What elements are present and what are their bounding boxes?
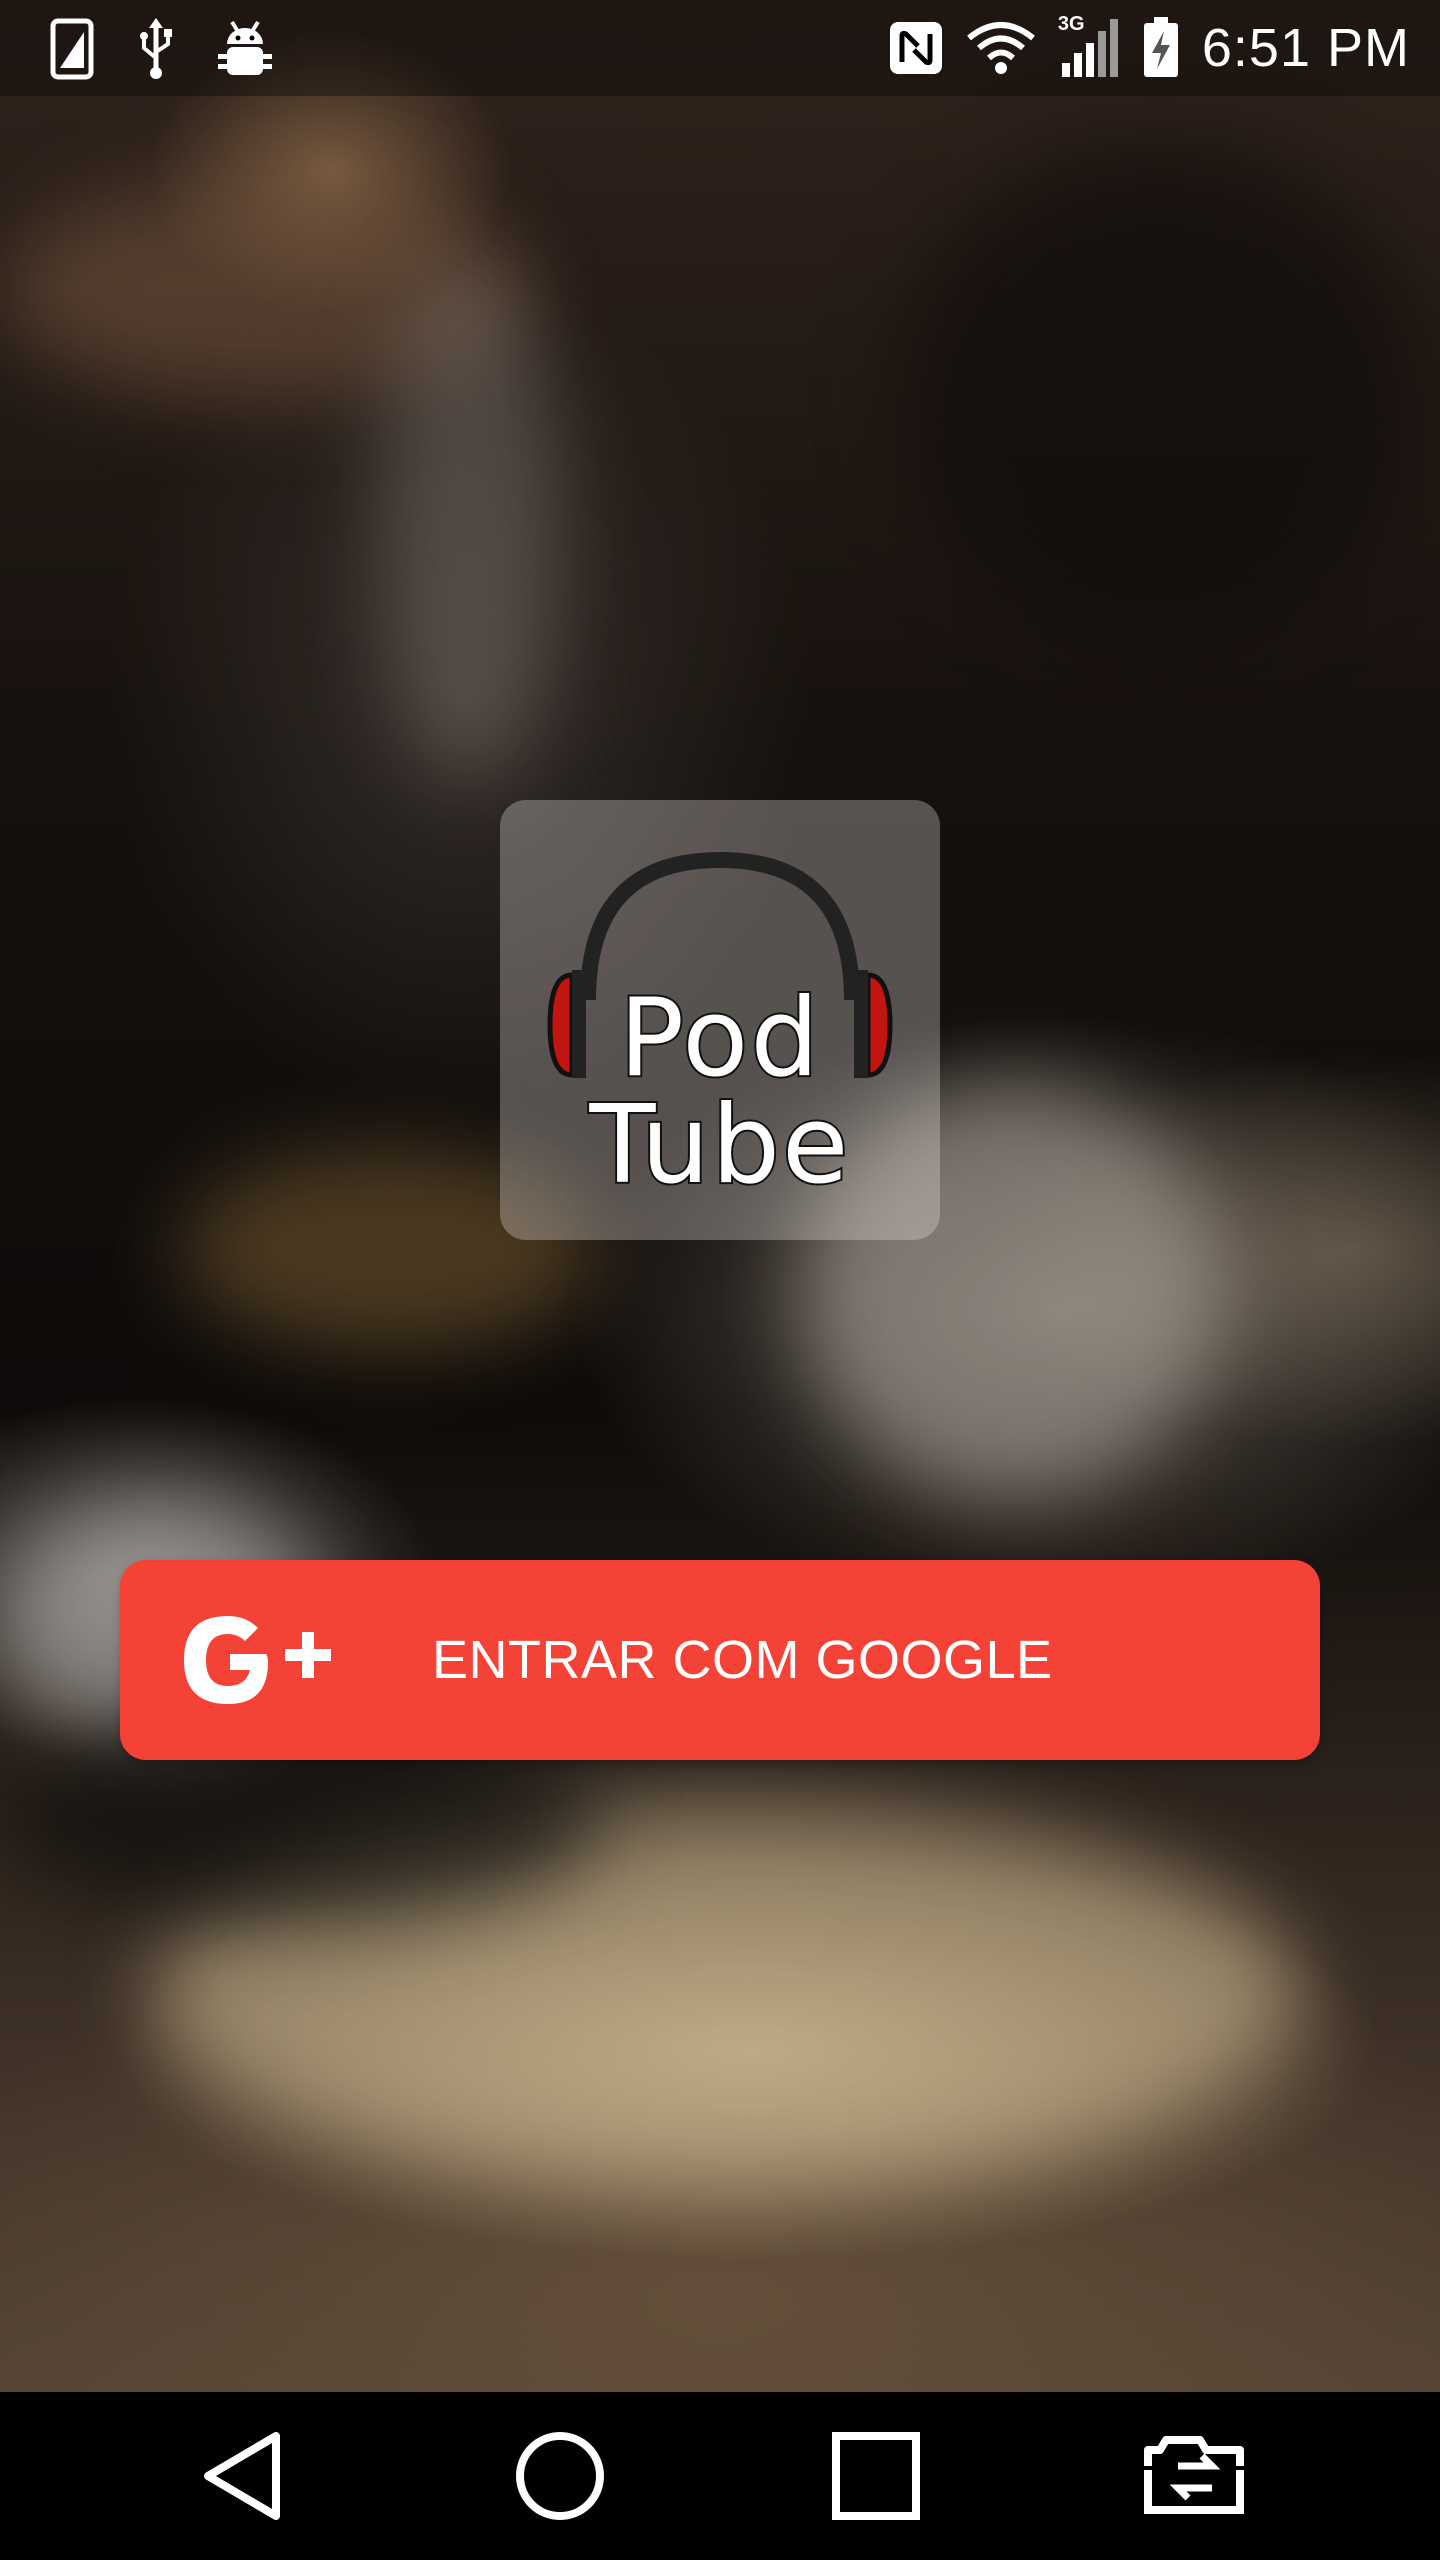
back-icon [204,2432,280,2520]
signal-icon: 3G [1058,13,1120,79]
nfc-icon [888,20,944,76]
background-scrim [0,0,1440,2560]
battery-charging-icon [1142,17,1180,79]
screenshot-icon [50,18,94,80]
recents-button[interactable] [826,2426,926,2526]
status-right-icons: 3G 6:51 PM [888,10,1410,86]
google-sign-in-label: ENTRAR COM GOOGLE [432,1630,1053,1690]
status-left-icons [50,18,272,80]
wifi-icon [966,20,1036,76]
android-debug-icon [218,18,272,80]
status-time: 6:51 PM [1201,18,1410,78]
app-screen: 3G 6:51 PM Pod Tube ENTRAR COM GOOGLE [0,0,1440,2560]
navigation-bar [0,2392,1440,2560]
usb-icon [136,18,176,80]
home-icon [516,2432,604,2520]
dual-window-button[interactable] [1140,2426,1250,2526]
recents-icon [832,2432,920,2520]
network-type-label: 3G [1057,13,1085,35]
app-logo: Pod Tube [500,800,940,1240]
home-button[interactable] [510,2426,610,2526]
status-bar: 3G 6:51 PM [0,0,1440,96]
logo-text-line2: Tube [587,1083,851,1208]
google-plus-icon [180,1610,340,1715]
dual-window-icon [1144,2436,1244,2514]
google-sign-in-button[interactable]: ENTRAR COM GOOGLE [120,1560,1320,1760]
logo-text-line1: Pod [617,976,821,1101]
back-button[interactable] [196,2426,296,2526]
